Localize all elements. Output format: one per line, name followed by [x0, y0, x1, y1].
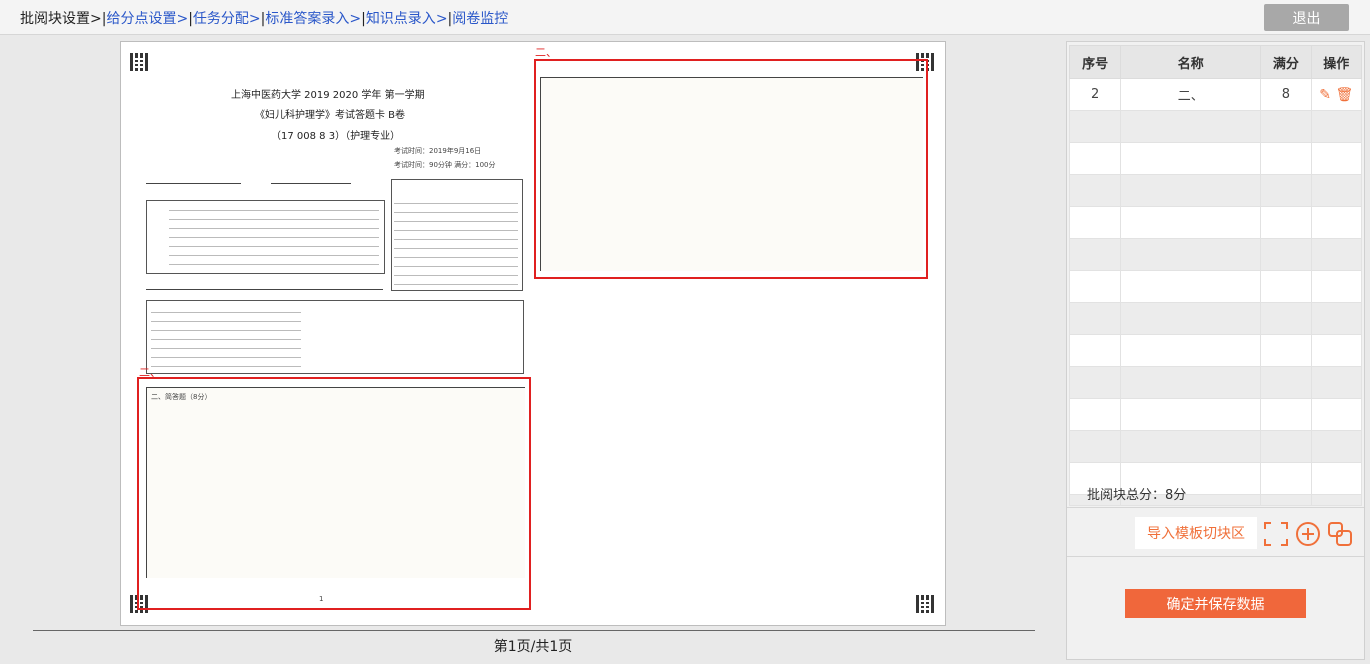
copy-icon[interactable] — [1327, 521, 1353, 547]
table-row — [1068, 334, 1363, 367]
block-label-right: 二、 — [535, 46, 557, 59]
info-line — [271, 183, 351, 184]
crumb-task-assign[interactable]: 任务分配 — [193, 11, 249, 27]
exam-school-title: 上海中医药大学 2019 2020 学年 第一学期 — [231, 90, 425, 101]
table-row — [1068, 238, 1363, 271]
answer-area-left — [146, 387, 525, 578]
block-inner-title: 二、简答题（8分） — [151, 393, 212, 401]
table-row — [1068, 174, 1363, 207]
breadcrumb: 批阅块设置>|给分点设置>|任务分配>|标准答案录入>|知识点录入>|阅卷监控 — [20, 8, 508, 28]
cell-actions: ✎ 🗑 — [1310, 78, 1363, 111]
add-circle-icon[interactable] — [1295, 521, 1321, 547]
crumb-sep-arrow: > — [248, 11, 261, 27]
crumb-sep-arrow: > — [176, 11, 189, 27]
student-id-bubbles — [394, 200, 518, 285]
choice-bubbles — [151, 312, 301, 367]
table-row — [1068, 110, 1363, 143]
crumb-grading-monitor[interactable]: 阅卷监控 — [452, 11, 508, 27]
exam-duration: 考试时间：90分钟 满分：100分 — [394, 161, 496, 169]
table-row — [1068, 142, 1363, 175]
crumb-standard-answer[interactable]: 标准答案录入 — [265, 11, 349, 27]
logout-button[interactable]: 退出 — [1264, 4, 1349, 31]
panel-divider — [1067, 556, 1364, 557]
fullscreen-icon[interactable] — [1263, 521, 1289, 547]
cell-score: 8 — [1260, 78, 1312, 111]
crumb-sep-arrow: > — [349, 11, 362, 27]
trash-icon[interactable]: 🗑 — [1335, 87, 1353, 103]
block-total-score: 批阅块总分：8分 — [1087, 488, 1187, 503]
info-line — [146, 289, 383, 290]
info-line — [146, 183, 241, 184]
col-header-actions: 操作 — [1310, 45, 1363, 79]
crumb-sep-arrow: > — [435, 11, 448, 27]
import-template-button[interactable]: 导入模板切块区 — [1135, 517, 1257, 549]
exam-date: 考试时间：2019年9月16日 — [394, 147, 482, 155]
block-table: 序号 名称 满分 操作 2 二、 8 ✎ 🗑 — [1068, 45, 1363, 506]
table-row — [1068, 430, 1363, 463]
corner-marker-icon — [130, 53, 148, 71]
col-header-name: 名称 — [1120, 45, 1262, 79]
page-indicator: 第1页/共1页 — [493, 639, 573, 655]
crumb-separator: >| — [90, 11, 107, 27]
crumb-score-points[interactable]: 给分点设置 — [106, 11, 176, 27]
page-divider — [33, 630, 1035, 631]
table-row — [1068, 270, 1363, 303]
crumb-knowledge-points[interactable]: 知识点录入 — [366, 11, 436, 27]
answer-area-right — [540, 77, 923, 271]
table-row — [1068, 366, 1363, 399]
confirm-save-button[interactable]: 确定并保存数据 — [1125, 589, 1306, 618]
table-row — [1068, 206, 1363, 239]
crumb-block-settings[interactable]: 批阅块设置 — [20, 11, 90, 27]
col-header-score: 满分 — [1260, 45, 1312, 79]
block-list-panel: 序号 名称 满分 操作 2 二、 8 ✎ 🗑 批阅块总分：8分 导入模板切块区 … — [1066, 41, 1365, 660]
table-row[interactable]: 2 二、 8 ✎ 🗑 — [1068, 78, 1363, 111]
panel-divider — [1067, 507, 1364, 508]
cell-index: 2 — [1068, 78, 1122, 111]
col-header-index: 序号 — [1068, 45, 1122, 79]
edit-icon[interactable]: ✎ — [1319, 87, 1331, 103]
cell-name: 二、 — [1120, 78, 1262, 111]
top-bar: 批阅块设置>|给分点设置>|任务分配>|标准答案录入>|知识点录入>|阅卷监控 … — [0, 0, 1370, 35]
table-row — [1068, 398, 1363, 431]
exam-major: （17 008 8 3）（护理专业） — [271, 131, 401, 142]
page-center-mark: 1 — [319, 595, 324, 603]
answer-sheet-image[interactable]: 上海中医药大学 2019 2020 学年 第一学期 《妇儿科护理学》考试答题卡 … — [120, 41, 946, 626]
corner-marker-icon — [916, 595, 934, 613]
exam-name: 《妇儿科护理学》考试答题卡 B卷 — [255, 110, 406, 121]
table-row — [1068, 302, 1363, 335]
notice-text-lines — [169, 210, 379, 265]
